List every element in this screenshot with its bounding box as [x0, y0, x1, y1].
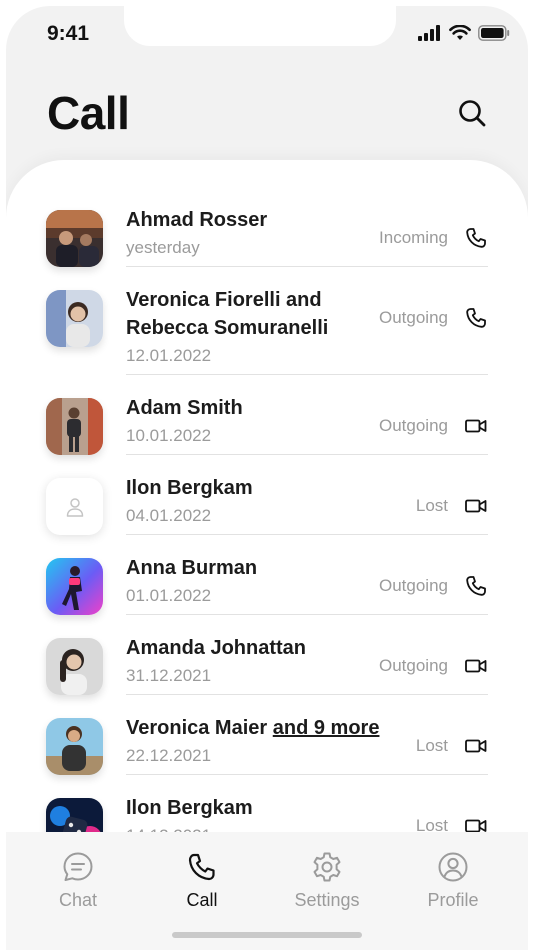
row-divider [126, 266, 488, 267]
contact-avatar [46, 718, 103, 775]
call-date: 22.12.2021 [126, 746, 212, 765]
tab-profile[interactable]: Profile [398, 850, 508, 911]
tab-label: Call [186, 890, 218, 910]
chat-icon [63, 852, 93, 881]
row-divider [126, 614, 488, 615]
battery-icon [478, 25, 510, 41]
phone-icon[interactable] [464, 306, 488, 330]
phone-screen: 9:41 Call Ahmad Rosser yesterday Incomin… [6, 6, 528, 950]
tab-label: Settings [294, 890, 360, 910]
contact-avatar [46, 558, 103, 615]
video-call-icon[interactable] [464, 414, 488, 438]
status-icons [418, 25, 510, 41]
profile-icon [438, 852, 468, 882]
contact-name: Adam Smith [126, 397, 243, 419]
call-list: Ahmad Rosser yesterday Incoming Veronica… [6, 160, 528, 840]
status-time: 9:41 [47, 22, 90, 45]
call-date: 10.01.2022 [126, 426, 212, 445]
tab-label: Chat [58, 890, 98, 910]
more-participants-link[interactable]: and 9 more [273, 717, 380, 739]
person-icon [66, 497, 83, 517]
call-date: 12.01.2022 [126, 346, 212, 365]
notch [124, 6, 396, 46]
call-date: yesterday [126, 238, 200, 257]
phone-icon[interactable] [464, 226, 488, 250]
tab-settings[interactable]: Settings [272, 850, 382, 911]
tab-call[interactable]: Call [147, 850, 257, 911]
phone-icon[interactable] [464, 574, 488, 598]
row-divider [126, 534, 488, 535]
call-status: Outgoing [379, 308, 448, 327]
contact-name: Veronica Maier and 9 more [126, 714, 426, 742]
tab-chat[interactable]: Chat [23, 850, 133, 911]
video-call-icon[interactable] [464, 654, 488, 678]
video-call-icon[interactable] [464, 734, 488, 758]
call-date: 04.01.2022 [126, 506, 212, 525]
contact-name: Veronica Fiorelli and Rebecca Somuranell… [126, 289, 329, 339]
contact-avatar [46, 638, 103, 695]
call-status: Outgoing [379, 576, 448, 595]
cellular-signal-icon [418, 25, 440, 41]
gear-icon [313, 852, 341, 882]
row-divider [126, 454, 488, 455]
contact-name: Amanda Johnattan [126, 637, 307, 659]
call-status: Incoming [379, 228, 448, 247]
contact-name-primary: Veronica Maier [126, 717, 268, 739]
call-status: Lost [415, 736, 448, 755]
contact-name: Ilon Bergkam [126, 797, 253, 819]
contact-avatar [46, 210, 103, 267]
page-title: Call [47, 87, 130, 139]
search-icon[interactable] [456, 97, 488, 129]
wifi-icon [449, 25, 471, 40]
phone-icon [188, 853, 215, 881]
video-call-icon[interactable] [464, 494, 488, 518]
contact-name: Ilon Bergkam [126, 477, 253, 499]
contact-name: Ahmad Rosser [126, 209, 268, 231]
call-date: 01.01.2022 [126, 586, 212, 605]
row-divider [126, 774, 488, 775]
call-date: 31.12.2021 [126, 666, 212, 685]
contact-avatar [46, 290, 103, 347]
call-status: Lost [415, 496, 448, 515]
contact-avatar-placeholder [46, 478, 103, 535]
contact-avatar [46, 398, 103, 455]
contact-name: Anna Burman [126, 557, 258, 579]
row-divider [126, 374, 488, 375]
home-indicator [172, 932, 362, 938]
call-status: Outgoing [379, 656, 448, 675]
row-divider [126, 694, 488, 695]
tab-label: Profile [427, 890, 479, 910]
call-status: Outgoing [379, 416, 448, 435]
